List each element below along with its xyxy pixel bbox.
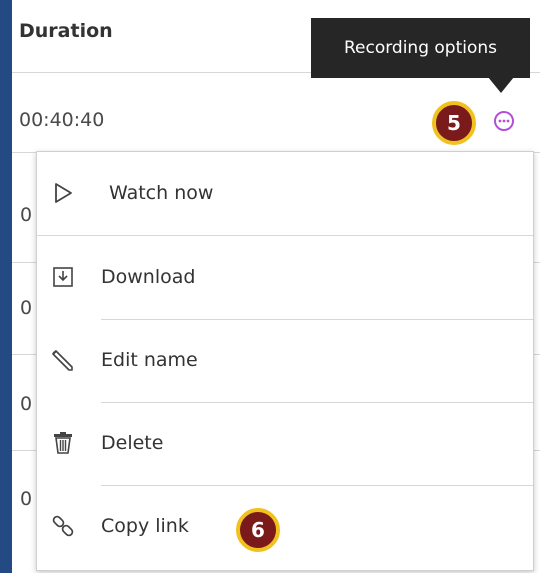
menu-item-label: Copy link: [101, 515, 189, 537]
column-header-duration[interactable]: Duration: [19, 20, 113, 42]
step-badge: 5: [432, 101, 476, 145]
menu-item-download[interactable]: Download: [37, 236, 533, 318]
play-icon: [51, 181, 75, 205]
menu-item-label: Delete: [101, 432, 164, 454]
recording-options-menu: Watch now Download Edit name Delete Copy…: [36, 151, 534, 571]
clipped-row-duration: 0: [20, 393, 33, 415]
clipped-row-duration: 0: [20, 204, 33, 226]
pencil-icon: [51, 348, 75, 372]
menu-item-watch-now[interactable]: Watch now: [37, 152, 533, 234]
menu-item-edit-name[interactable]: Edit name: [37, 319, 533, 401]
menu-item-copy-link[interactable]: Copy link: [37, 485, 533, 567]
menu-item-label: Watch now: [109, 182, 214, 204]
more-options-icon: [494, 111, 514, 131]
trash-icon: [51, 431, 75, 455]
recording-options-tooltip: Recording options: [311, 18, 530, 78]
clipped-row-duration: 0: [20, 488, 33, 510]
download-icon: [51, 265, 75, 289]
recording-duration: 00:40:40: [19, 109, 105, 131]
step-badge: 6: [236, 508, 280, 552]
recording-options-button[interactable]: [491, 108, 517, 134]
clipped-row-duration: 0: [20, 297, 33, 319]
window-frame: [0, 0, 12, 573]
menu-item-label: Edit name: [101, 349, 198, 371]
menu-item-delete[interactable]: Delete: [37, 402, 533, 484]
link-icon: [51, 514, 75, 538]
tooltip-arrow: [488, 77, 514, 93]
menu-item-label: Download: [101, 266, 196, 288]
